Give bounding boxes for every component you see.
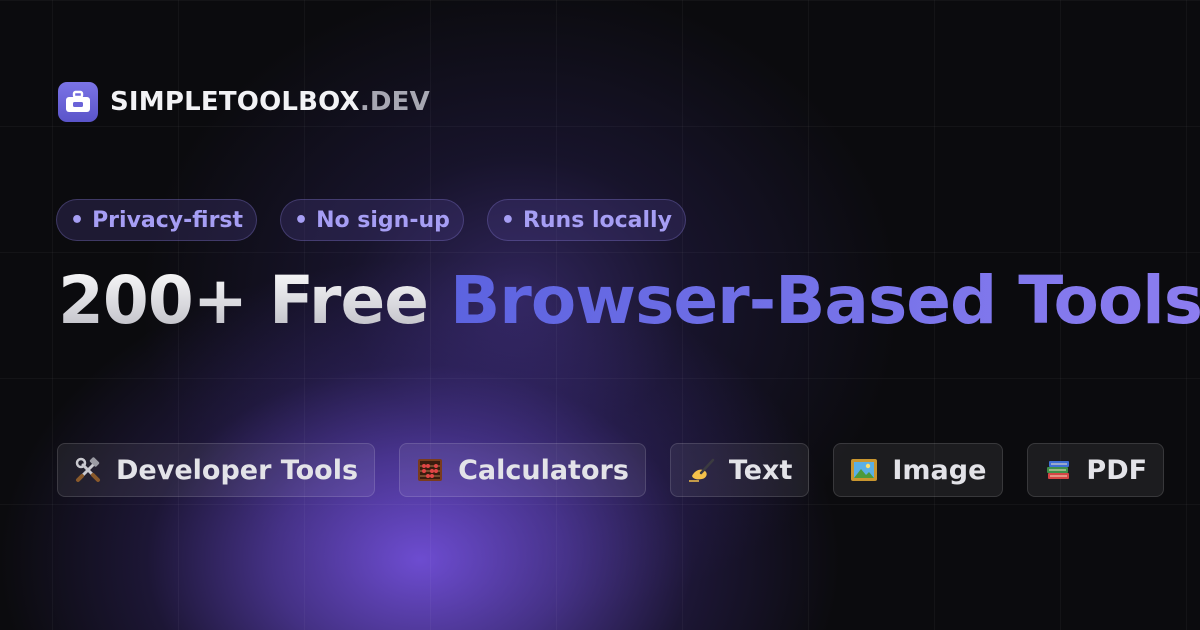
category-label: Text [728, 454, 793, 486]
badge-privacy-first: • Privacy-first [56, 199, 258, 241]
category-calculators[interactable]: Calculators [399, 443, 646, 497]
category-developer-tools[interactable]: Developer Tools [57, 443, 376, 497]
toolbox-icon [58, 82, 98, 122]
category-label: Image [892, 454, 987, 486]
category-image[interactable]: Image [833, 443, 1004, 497]
hammer-wrench-icon [74, 456, 102, 484]
bullet-dot: • [294, 207, 309, 233]
feature-badges: • Privacy-first • No sign-up • Runs loca… [56, 199, 686, 241]
brand-name: SIMPLETOOLBOX [110, 87, 360, 117]
books-icon [1044, 456, 1072, 484]
badge-runs-locally: • Runs locally [486, 199, 686, 241]
category-list: Developer Tools Calculators Text Image P… [57, 443, 1165, 497]
category-label: Developer Tools [116, 454, 359, 486]
category-text[interactable]: Text [669, 443, 810, 497]
badge-label: No sign-up [316, 207, 450, 233]
writing-hand-icon [687, 456, 715, 484]
brand-tld: .DEV [359, 87, 430, 117]
headline-highlight: Browser-Based Tools [450, 262, 1200, 339]
abacus-icon [416, 456, 444, 484]
brand-wordmark: SIMPLETOOLBOX.DEV [110, 87, 430, 117]
category-pdf[interactable]: PDF [1027, 443, 1165, 497]
bullet-dot: • [70, 207, 85, 233]
toolbox-icon-glyph [66, 90, 90, 112]
category-label: Calculators [458, 454, 629, 486]
headline-plain: 200+ Free [58, 262, 429, 339]
bullet-dot: • [500, 207, 515, 233]
framed-picture-icon [850, 456, 878, 484]
brand-logo[interactable]: SIMPLETOOLBOX.DEV [58, 82, 430, 122]
og-banner: SIMPLETOOLBOX.DEV • Privacy-first • No s… [0, 0, 1200, 630]
badge-label: Runs locally [522, 207, 672, 233]
badge-label: Privacy-first [92, 207, 244, 233]
category-label: PDF [1086, 454, 1148, 486]
badge-no-sign-up: • No sign-up [280, 199, 464, 241]
page-title: 200+ Free Browser-Based Tools [58, 262, 1200, 340]
